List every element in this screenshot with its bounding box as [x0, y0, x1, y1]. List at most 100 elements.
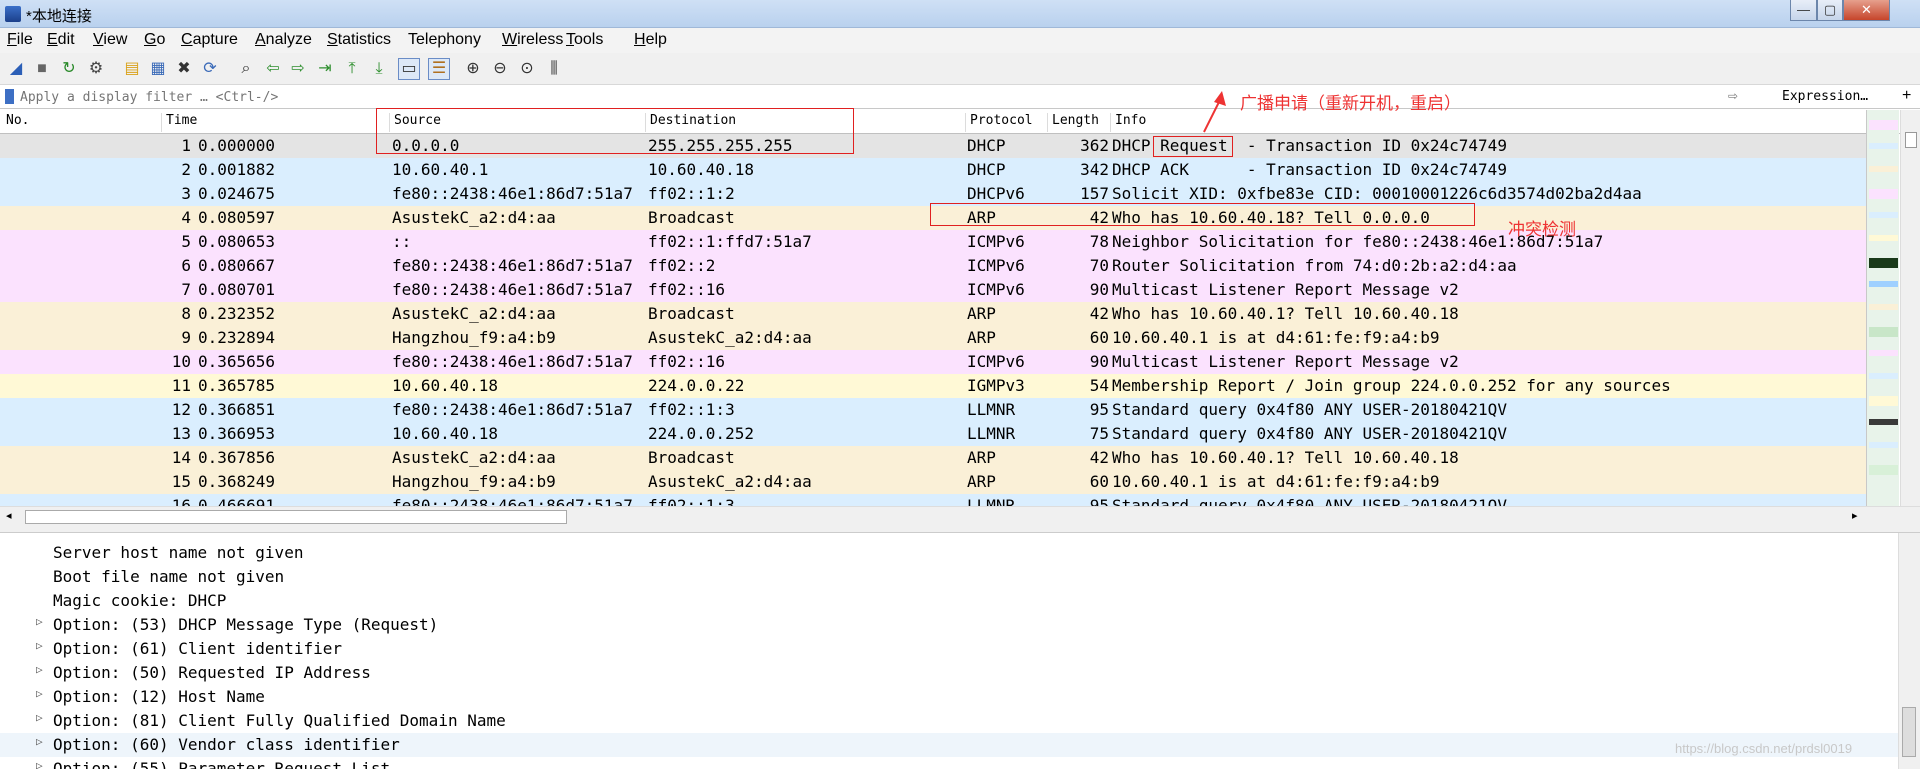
minimap-stripe	[1869, 281, 1898, 287]
minimize-button[interactable]: —	[1790, 0, 1817, 21]
display-filter-input[interactable]	[20, 88, 1768, 107]
col-no-header[interactable]: No.	[2, 113, 161, 132]
menu-tools[interactable]: Tools	[566, 31, 603, 49]
minimap-stripe	[1869, 373, 1898, 379]
window-title-bar[interactable]: *本地连接 — ▢ ✕	[0, 0, 1920, 28]
close-button[interactable]: ✕	[1843, 0, 1890, 21]
zoom-out-icon[interactable]: ⊖	[489, 58, 511, 80]
menu-help[interactable]: Help	[634, 31, 667, 49]
reload-file-icon[interactable]: ⟳	[199, 58, 221, 80]
resize-columns-icon[interactable]: ⫼	[543, 58, 565, 80]
packet-row[interactable]: 14 0.367856 AsustekC_a2:d4:aa Broadcast ARP 4…	[0, 446, 1866, 470]
packet-row[interactable]: 12 0.366851 fe80::2438:46e1:86d7:51a7 ff02:…	[0, 398, 1866, 422]
expand-arrow-icon[interactable]: ▷	[36, 639, 43, 652]
open-file-icon[interactable]: ▤	[121, 58, 143, 80]
maximize-button[interactable]: ▢	[1817, 0, 1843, 21]
packet-info: Multicast Listener Report Message v2	[1112, 280, 1459, 299]
menu-go[interactable]: Go	[144, 31, 165, 49]
save-file-icon[interactable]: ▦	[147, 58, 169, 80]
colorize-icon[interactable]: ☰	[428, 58, 450, 80]
last-packet-icon[interactable]: ⤓	[368, 58, 390, 80]
packet-source: fe80::2438:46e1:86d7:51a7	[392, 184, 633, 203]
col-length-header[interactable]: Length	[1047, 113, 1110, 132]
col-protocol-header[interactable]: Protocol	[965, 113, 1047, 132]
detail-line[interactable]: Boot file name not given	[0, 565, 1898, 589]
expand-arrow-icon[interactable]: ▷	[36, 735, 43, 748]
scroll-thumb[interactable]	[1905, 132, 1917, 148]
detail-line[interactable]: ▷ Option: (55) Parameter Request List	[0, 757, 1898, 769]
packet-length: 342	[1080, 160, 1109, 179]
packet-no: 3	[181, 184, 191, 203]
menu-telephony[interactable]: Telephony	[408, 31, 481, 49]
packet-source: fe80::2438:46e1:86d7:51a7	[392, 280, 633, 299]
packet-info: Who has 10.60.40.1? Tell 10.60.40.18	[1112, 448, 1459, 467]
packet-row[interactable]: 2 0.001882 10.60.40.1 10.60.40.18 DHCP 342 DHC…	[0, 158, 1866, 182]
packet-minimap[interactable]	[1866, 110, 1899, 506]
packet-row[interactable]: 15 0.368249 Hangzhou_f9:a4:b9 AsustekC_a2:d…	[0, 470, 1866, 494]
menu-view[interactable]: View	[93, 31, 127, 49]
details-vertical-scrollbar[interactable]	[1898, 533, 1920, 769]
expand-arrow-icon[interactable]: ▷	[36, 687, 43, 700]
expand-arrow-icon[interactable]: ▷	[36, 615, 43, 628]
detail-line[interactable]: Magic cookie: DHCP	[0, 589, 1898, 613]
packet-time: 0.366851	[198, 400, 276, 419]
packet-row[interactable]: 6 0.080667 fe80::2438:46e1:86d7:51a7 ff02::…	[0, 254, 1866, 278]
first-packet-icon[interactable]: ⤒	[341, 58, 363, 80]
packet-row[interactable]: 1 0.000000 0.0.0.0 255.255.255.255 DHCP 362 DH…	[0, 134, 1866, 158]
scroll-thumb[interactable]	[1902, 707, 1916, 757]
packet-row[interactable]: 16 0.466691 fe80::2438:46e1:86d7:51a7 ff02:…	[0, 494, 1866, 506]
detail-line[interactable]: ▷ Option: (81) Client Fully Qualified Dom…	[0, 709, 1898, 733]
packet-row[interactable]: 7 0.080701 fe80::2438:46e1:86d7:51a7 ff02::…	[0, 278, 1866, 302]
packet-time: 0.080701	[198, 280, 276, 299]
detail-line[interactable]: ▷ Option: (12) Host Name	[0, 685, 1898, 709]
scroll-right-icon[interactable]: ▸	[1852, 509, 1858, 522]
go-back-icon[interactable]: ⇦	[262, 58, 284, 80]
menu-wireless[interactable]: Wireless	[502, 31, 563, 49]
bookmark-icon[interactable]	[5, 89, 14, 104]
expression-button[interactable]: Expression…	[1782, 89, 1868, 104]
packet-source: AsustekC_a2:d4:aa	[392, 448, 556, 467]
packet-row[interactable]: 5 0.080653:: ff02::1:ffd7:51a7 ICMPv6 78 Neig…	[0, 230, 1866, 254]
apply-filter-button[interactable]: ⇨	[1728, 89, 1762, 105]
start-capture-icon[interactable]: ◢	[5, 58, 27, 80]
menu-statistics[interactable]: Statistics	[327, 31, 391, 49]
detail-line[interactable]: Server host name not given	[0, 541, 1898, 565]
add-filter-button[interactable]: +	[1902, 87, 1911, 105]
go-to-packet-icon[interactable]: ⇥	[314, 58, 336, 80]
packet-row[interactable]: 9 0.232894 Hangzhou_f9:a4:b9 AsustekC_a2:d4…	[0, 326, 1866, 350]
scroll-left-icon[interactable]: ◂	[6, 509, 12, 522]
find-packet-icon[interactable]: ⌕	[235, 58, 257, 80]
detail-line[interactable]: ▷ Option: (60) Vendor class identifier	[0, 733, 1898, 757]
pane-splitter[interactable]	[0, 526, 1920, 533]
close-file-icon[interactable]: ✖	[173, 58, 195, 80]
detail-line[interactable]: ▷ Option: (61) Client identifier	[0, 637, 1898, 661]
col-time-header[interactable]: Time	[161, 113, 389, 132]
expand-arrow-icon[interactable]: ▷	[36, 759, 43, 769]
detail-line[interactable]: ▷ Option: (50) Requested IP Address	[0, 661, 1898, 685]
auto-scroll-icon[interactable]: ▭	[398, 58, 420, 80]
packet-length: 60	[1089, 472, 1109, 491]
scroll-thumb[interactable]	[25, 510, 567, 524]
minimap-stripe	[1869, 120, 1898, 130]
packet-info: Multicast Listener Report Message v2	[1112, 352, 1459, 371]
packet-list-horizontal-scrollbar[interactable]: ◂ ▸	[0, 506, 1920, 526]
restart-capture-icon[interactable]: ↻	[58, 58, 80, 80]
expand-arrow-icon[interactable]: ▷	[36, 711, 43, 724]
packet-row[interactable]: 13 0.366953 10.60.40.18 224.0.0.252 LLMNR 75 S…	[0, 422, 1866, 446]
expand-arrow-icon[interactable]: ▷	[36, 663, 43, 676]
packet-list-vertical-scrollbar[interactable]	[1900, 110, 1920, 506]
capture-options-icon[interactable]: ⚙	[85, 58, 107, 80]
go-forward-icon[interactable]: ⇨	[287, 58, 309, 80]
packet-row[interactable]: 8 0.232352 AsustekC_a2:d4:aa Broadcast ARP 42…	[0, 302, 1866, 326]
packet-info: Membership Report / Join group 224.0.0.2…	[1112, 376, 1671, 395]
zoom-in-icon[interactable]: ⊕	[462, 58, 484, 80]
menu-capture[interactable]: Capture	[181, 31, 238, 49]
menu-analyze[interactable]: Analyze	[255, 31, 312, 49]
normal-size-icon[interactable]: ⊙	[516, 58, 538, 80]
menu-edit[interactable]: Edit	[47, 31, 75, 49]
menu-file[interactable]: File	[7, 31, 33, 49]
packet-row[interactable]: 11 0.365785 10.60.40.18 224.0.0.22 IGMPv3 54 M…	[0, 374, 1866, 398]
stop-capture-icon[interactable]: ■	[31, 58, 53, 80]
packet-row[interactable]: 10 0.365656 fe80::2438:46e1:86d7:51a7 ff02:…	[0, 350, 1866, 374]
detail-line[interactable]: ▷ Option: (53) DHCP Message Type (Request…	[0, 613, 1898, 637]
